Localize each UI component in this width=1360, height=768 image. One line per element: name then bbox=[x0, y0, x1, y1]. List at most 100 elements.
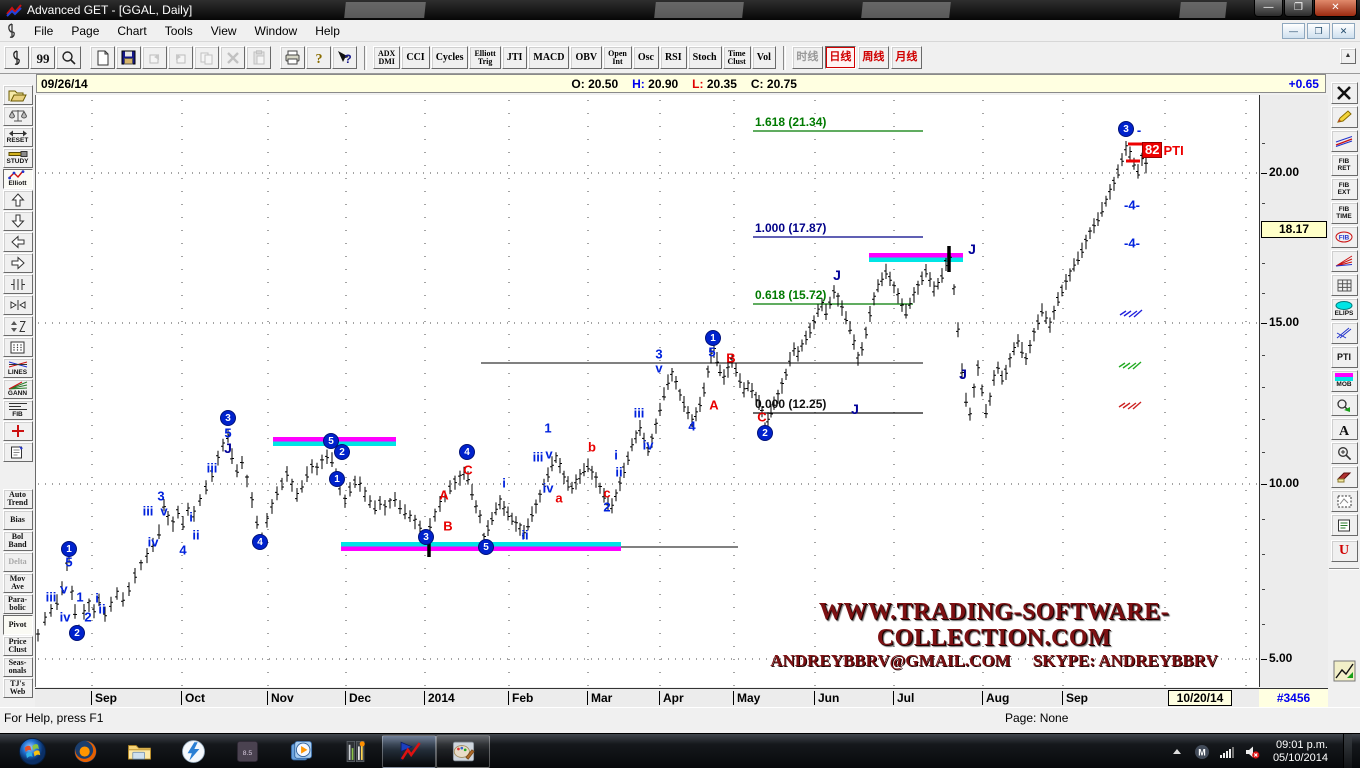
study-shortcut-movave[interactable]: Mov Ave bbox=[3, 573, 33, 593]
taskbar-paint[interactable] bbox=[436, 735, 490, 768]
compress-bars-button[interactable] bbox=[3, 274, 33, 294]
menu-window[interactable]: Window bbox=[246, 22, 307, 40]
delete-drawing-button[interactable] bbox=[1331, 82, 1358, 104]
menu-tools[interactable]: Tools bbox=[156, 22, 202, 40]
bar-spacing-button[interactable] bbox=[3, 295, 33, 315]
ellipse-button[interactable]: ELIPS bbox=[1331, 298, 1358, 320]
mdi-close-button[interactable]: ✕ bbox=[1332, 23, 1355, 39]
help-button[interactable]: ? bbox=[306, 46, 331, 69]
save-page-button[interactable] bbox=[116, 46, 141, 69]
study-shortcut-priceclust[interactable]: Price Clust bbox=[3, 636, 33, 656]
study-shortcut-seasonals[interactable]: Seas- onals bbox=[3, 657, 33, 677]
restore-button[interactable]: ❐ bbox=[1284, 0, 1313, 17]
study-cycles[interactable]: Cycles bbox=[431, 46, 469, 69]
text-tool-button[interactable]: A bbox=[1331, 418, 1358, 440]
fib-extension-button[interactable]: FIB EXT bbox=[1331, 178, 1358, 200]
study-open-int[interactable]: Open Int bbox=[603, 46, 632, 69]
study-shortcut-tjsweb[interactable]: TJ's Web bbox=[3, 678, 33, 698]
menu-view[interactable]: View bbox=[202, 22, 246, 40]
chart-pin-button[interactable] bbox=[4, 46, 29, 69]
lines-button[interactable]: LINES bbox=[3, 358, 33, 378]
timeframe-button[interactable]: 日线 bbox=[825, 46, 856, 69]
tray-network[interactable] bbox=[1219, 744, 1235, 760]
study-jti[interactable]: JTI bbox=[502, 46, 528, 69]
find-button[interactable] bbox=[56, 46, 81, 69]
show-desktop-button[interactable] bbox=[1343, 734, 1352, 768]
taskbar-volume-mixer[interactable] bbox=[328, 735, 382, 768]
pti-button[interactable]: PTI bbox=[1331, 346, 1358, 368]
taskbar-windows-explorer[interactable] bbox=[112, 735, 166, 768]
context-help-button[interactable]: ? bbox=[332, 46, 357, 69]
gann-fan-button[interactable] bbox=[1331, 250, 1358, 272]
mdi-restore-button[interactable]: ❐ bbox=[1307, 23, 1330, 39]
scroll-right-button[interactable] bbox=[3, 253, 33, 273]
taskbar-windows-media-player[interactable] bbox=[274, 735, 328, 768]
menu-chart[interactable]: Chart bbox=[108, 22, 155, 40]
study-shortcut-autotrend[interactable]: Auto Trend bbox=[3, 489, 33, 509]
start-button[interactable] bbox=[6, 735, 58, 768]
pitchfork-button[interactable] bbox=[1331, 322, 1358, 344]
crosshair-button[interactable] bbox=[3, 421, 33, 441]
grid-tool-button[interactable] bbox=[1331, 274, 1358, 296]
study-cci[interactable]: CCI bbox=[401, 46, 429, 69]
fib-retracement-button[interactable]: FIB RET bbox=[1331, 154, 1358, 176]
menu-page[interactable]: Page bbox=[62, 22, 108, 40]
study-button[interactable]: STUDY bbox=[3, 148, 33, 168]
study-obv[interactable]: OBV bbox=[570, 46, 602, 69]
grid-toggle-button[interactable] bbox=[3, 337, 33, 357]
study-stoch[interactable]: Stoch bbox=[688, 46, 722, 69]
time-axis[interactable]: SepOctNovDec2014FebMarAprMayJunJulAugSep… bbox=[35, 688, 1259, 707]
close-button[interactable]: ✕ bbox=[1314, 0, 1357, 17]
study-shortcut-bolband[interactable]: Bol Band bbox=[3, 531, 33, 551]
mdi-minimize-button[interactable]: — bbox=[1282, 23, 1305, 39]
notes-button[interactable] bbox=[1331, 514, 1358, 536]
timeframe-button[interactable]: 周线 bbox=[858, 46, 889, 69]
study-shortcut-parabolic[interactable]: Para- bolic bbox=[3, 594, 33, 614]
snapshot-button[interactable] bbox=[1331, 394, 1358, 416]
gann-button[interactable]: GANN bbox=[3, 379, 33, 399]
open-chart-button[interactable] bbox=[3, 85, 33, 105]
taskbar-firefox[interactable] bbox=[58, 735, 112, 768]
fib-button[interactable]: FIB bbox=[3, 400, 33, 420]
pencil-button[interactable] bbox=[1331, 106, 1358, 128]
price-chart[interactable]: 12345213541235iiiv1iiv2ii3iiiviviii4iii5… bbox=[35, 95, 1259, 687]
study-rsi[interactable]: RSI bbox=[660, 46, 687, 69]
study-shortcut-bias[interactable]: Bias bbox=[3, 510, 33, 530]
zoom-in-button[interactable] bbox=[1331, 442, 1358, 464]
eraser-button[interactable] bbox=[1331, 466, 1358, 488]
scroll-down-button[interactable] bbox=[3, 211, 33, 231]
menu-help[interactable]: Help bbox=[306, 22, 349, 40]
study-macd[interactable]: MACD bbox=[528, 46, 569, 69]
reset-button[interactable]: RESET bbox=[3, 127, 33, 147]
minimize-button[interactable]: — bbox=[1254, 0, 1283, 17]
mob-button[interactable]: MOB bbox=[1331, 370, 1358, 392]
study-grid-button[interactable] bbox=[1331, 490, 1358, 512]
study-shortcut-pivot[interactable]: Pivot bbox=[3, 615, 33, 635]
clock[interactable]: 09:01 p.m. 05/10/2014 bbox=[1273, 739, 1328, 765]
quote-button[interactable]: 99 bbox=[30, 46, 55, 69]
bar-scaling-button[interactable] bbox=[3, 316, 33, 336]
scroll-left-button[interactable] bbox=[3, 232, 33, 252]
price-axis[interactable]: 20.0015.0010.005.0018.17 bbox=[1259, 95, 1328, 687]
study-elliott-trig[interactable]: Elliott Trig bbox=[469, 46, 500, 69]
tray-malwarebytes[interactable]: M bbox=[1194, 744, 1210, 760]
print-button[interactable] bbox=[280, 46, 305, 69]
fib-circle-button[interactable]: FIB bbox=[1331, 226, 1358, 248]
scroll-up-button[interactable] bbox=[3, 190, 33, 210]
chart-settings-button[interactable] bbox=[3, 442, 33, 462]
study-osc[interactable]: Osc bbox=[633, 46, 659, 69]
timeframe-button[interactable]: 月线 bbox=[891, 46, 922, 69]
taskbar-daemon-tools[interactable] bbox=[166, 735, 220, 768]
fib-time-button[interactable]: FIB TIME bbox=[1331, 202, 1358, 224]
regression-trend-button[interactable] bbox=[1331, 130, 1358, 152]
elliott-button[interactable]: Elliott bbox=[3, 169, 33, 189]
menu-file[interactable]: File bbox=[25, 22, 62, 40]
tray-volume-muted[interactable] bbox=[1244, 744, 1260, 760]
toolbar-overflow-button[interactable]: ▲ bbox=[1340, 48, 1356, 64]
study-adx-dmi[interactable]: ADX DMI bbox=[373, 46, 400, 69]
study-time-clust[interactable]: Time Clust bbox=[723, 46, 751, 69]
magnet-button[interactable]: U bbox=[1331, 540, 1358, 562]
taskbar-advanced-get[interactable] bbox=[382, 735, 436, 768]
symbol-weight-button[interactable] bbox=[3, 106, 33, 126]
tray-hidden-icons[interactable] bbox=[1169, 744, 1185, 760]
